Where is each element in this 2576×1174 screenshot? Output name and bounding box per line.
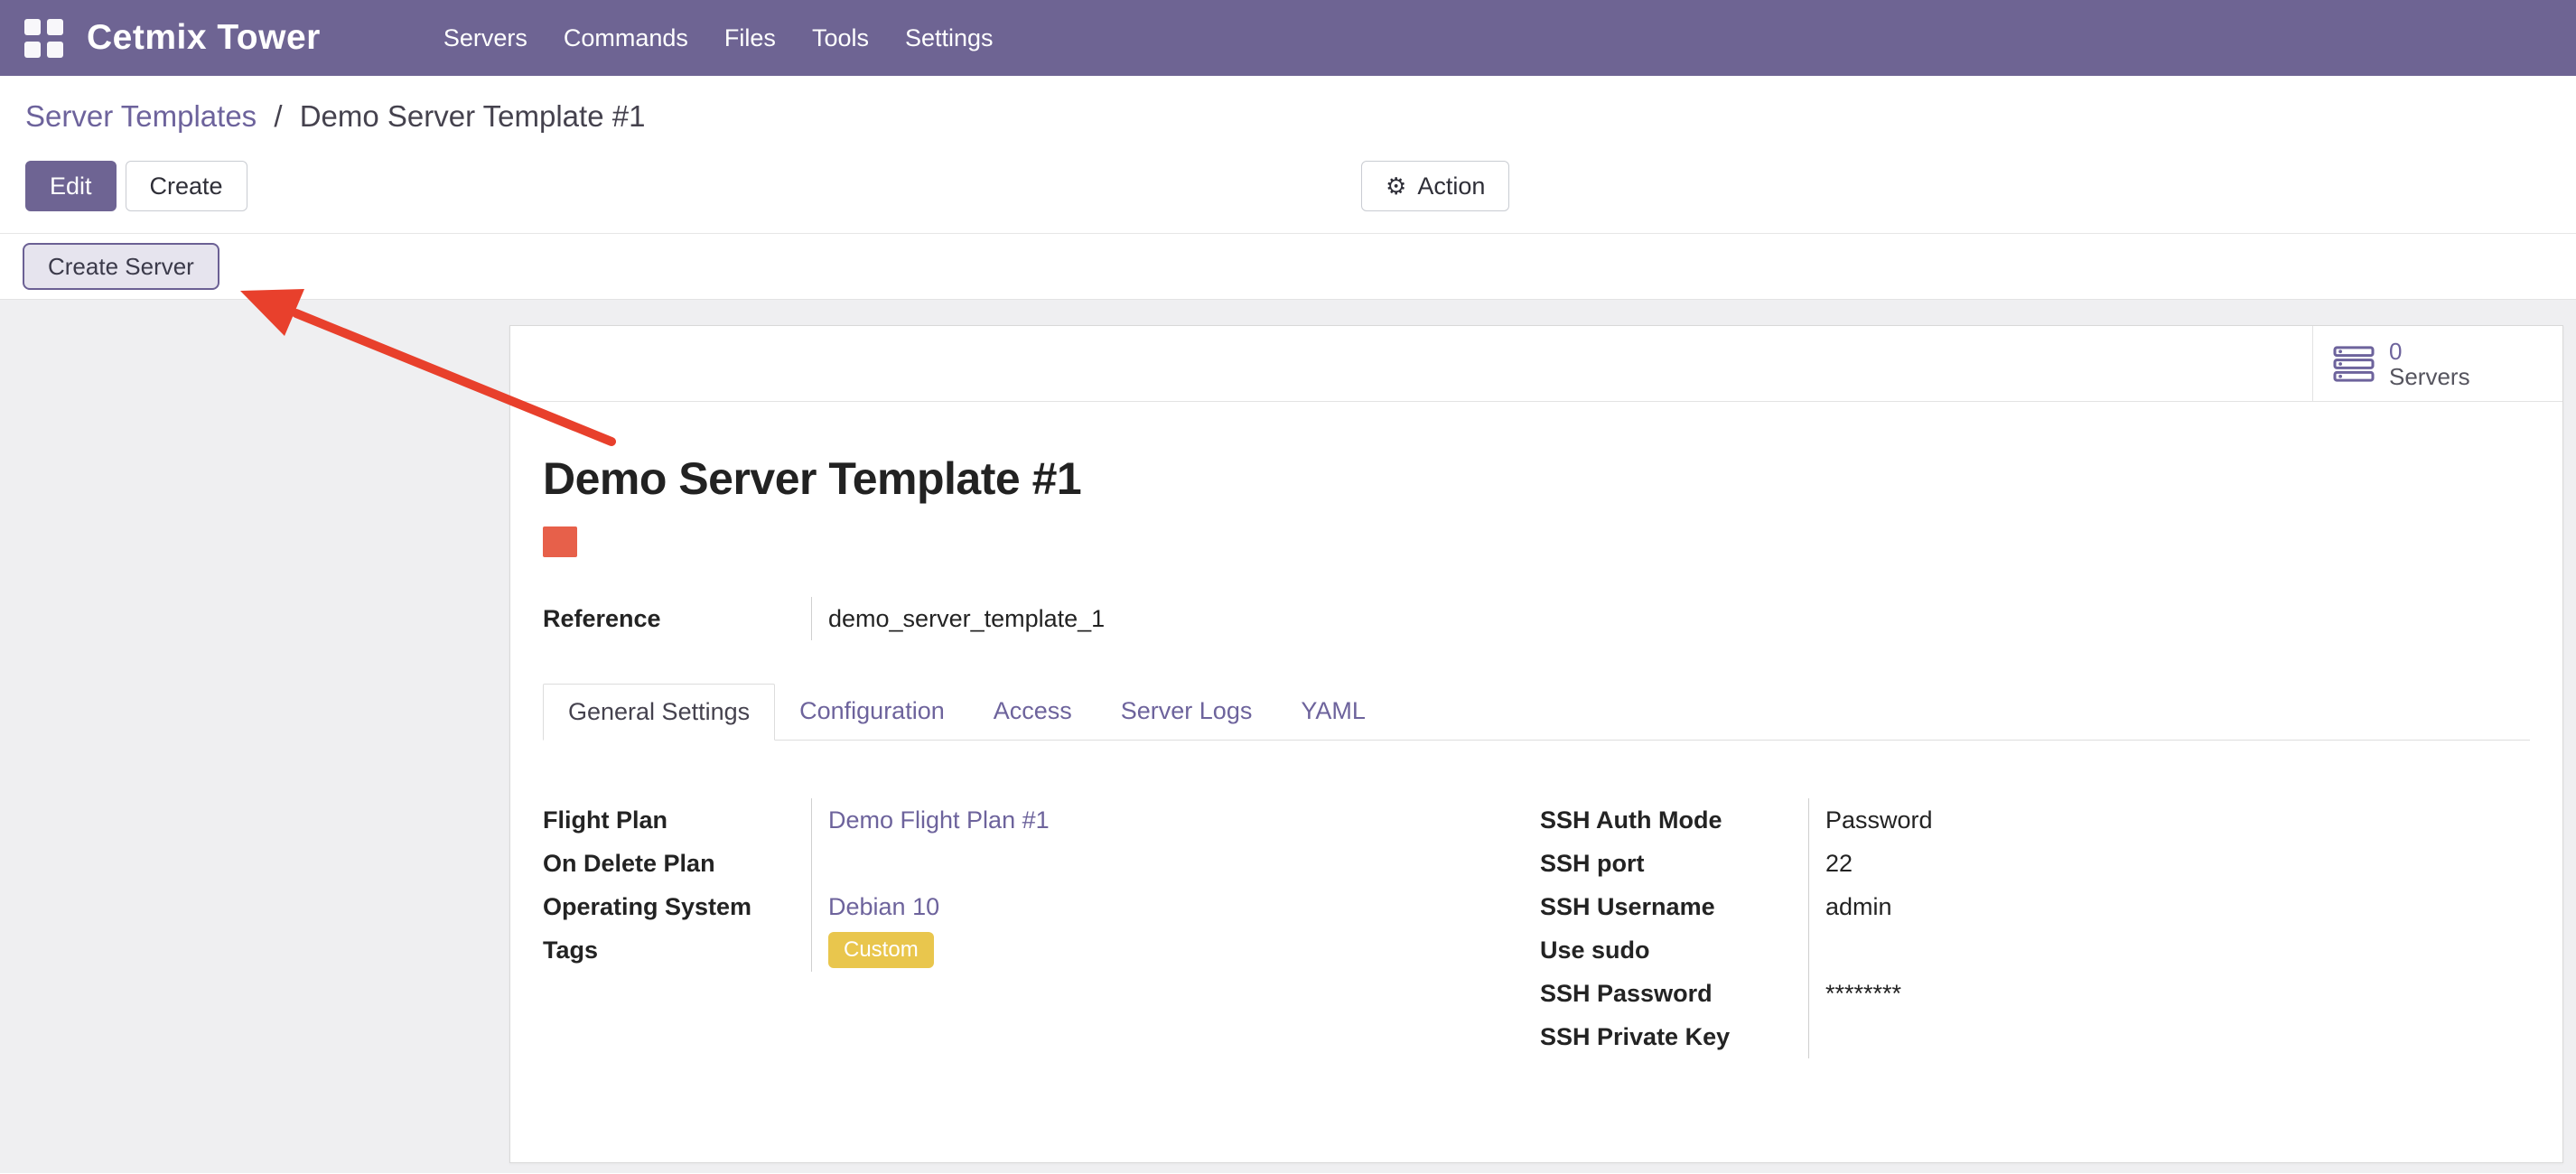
apps-grid-square [24,19,41,35]
action-button-label: Action [1417,172,1485,200]
apps-grid-icon[interactable] [23,18,63,58]
field-column-right: SSH Auth Mode Password SSH port 22 SSH U… [1540,798,2530,1058]
top-navbar: Cetmix Tower Servers Commands Files Tool… [0,0,2576,76]
field-label-use-sudo: Use sudo [1540,928,1808,972]
record-title: Demo Server Template #1 [543,452,2530,505]
field-value-ssh-username: admin [1808,885,2530,928]
field-label-ssh-private-key: SSH Private Key [1540,1015,1808,1058]
color-swatch[interactable] [543,526,577,557]
field-value-ssh-auth-mode: Password [1808,798,2530,842]
servers-stat-button[interactable]: 0 Servers [2312,326,2562,401]
field-label-ssh-password: SSH Password [1540,972,1808,1015]
tab-access[interactable]: Access [969,684,1097,740]
tab-configuration[interactable]: Configuration [775,684,969,740]
menu-item-commands[interactable]: Commands [546,24,706,52]
field-column-left: Flight Plan Demo Flight Plan #1 On Delet… [543,798,1540,1058]
field-columns: Flight Plan Demo Flight Plan #1 On Delet… [543,798,2530,1058]
action-button[interactable]: ⚙ Action [1361,161,1509,211]
notebook-tabs: General Settings Configuration Access Se… [543,684,2530,741]
field-label-operating-system: Operating System [543,885,811,928]
field-label-ssh-auth-mode: SSH Auth Mode [1540,798,1808,842]
menu-item-servers[interactable]: Servers [425,24,546,52]
apps-grid-square [24,42,41,58]
record-card: 0 Servers Demo Server Template #1 Refere… [509,325,2563,1163]
reference-value: demo_server_template_1 [811,597,2530,640]
breadcrumb: Server Templates / Demo Server Template … [25,99,2551,134]
create-button[interactable]: Create [126,161,247,211]
flight-plan-link[interactable]: Demo Flight Plan #1 [828,806,1050,834]
field-label-on-delete-plan: On Delete Plan [543,842,811,885]
reference-row: Reference demo_server_template_1 [543,597,2530,640]
field-value-ssh-port: 22 [1808,842,2530,885]
tab-general-settings[interactable]: General Settings [543,684,775,741]
field-label-flight-plan: Flight Plan [543,798,811,842]
apps-grid-square [47,42,63,58]
field-label-ssh-username: SSH Username [1540,885,1808,928]
menu-item-files[interactable]: Files [706,24,794,52]
field-value-ssh-private-key [1808,1015,2530,1058]
breadcrumb-separator: / [274,99,282,133]
field-value-on-delete-plan [811,842,1540,885]
menu-item-settings[interactable]: Settings [887,24,1012,52]
field-value-use-sudo [1808,928,2530,972]
button-row: Edit Create ⚙ Action [25,161,2551,211]
field-value-ssh-password: ******** [1808,972,2530,1015]
tab-server-logs[interactable]: Server Logs [1097,684,1277,740]
tag-custom[interactable]: Custom [828,932,934,968]
field-value-flight-plan: Demo Flight Plan #1 [811,798,1540,842]
gear-icon: ⚙ [1386,174,1406,198]
servers-count: 0 [2389,339,2470,364]
main-menu: Servers Commands Files Tools Settings [425,24,1012,52]
stat-text: 0 Servers [2389,339,2470,389]
servers-count-label: Servers [2389,364,2470,389]
tab-yaml[interactable]: YAML [1276,684,1390,740]
apps-grid-square [47,19,63,35]
record-sheet: Demo Server Template #1 Reference demo_s… [510,452,2562,1058]
content-area: 0 Servers Demo Server Template #1 Refere… [0,299,2576,1173]
breadcrumb-parent-link[interactable]: Server Templates [25,99,257,133]
breadcrumb-current: Demo Server Template #1 [300,99,646,133]
operating-system-link[interactable]: Debian 10 [828,893,939,920]
edit-button[interactable]: Edit [25,161,117,211]
control-panel: Server Templates / Demo Server Template … [0,76,2576,234]
subheader: Create Server [0,234,2576,299]
create-server-button[interactable]: Create Server [23,243,219,290]
field-value-operating-system: Debian 10 [811,885,1540,928]
server-stack-icon [2333,345,2375,383]
reference-label: Reference [543,597,811,640]
field-value-tags: Custom [811,928,1540,972]
menu-item-tools[interactable]: Tools [794,24,887,52]
brand-title[interactable]: Cetmix Tower [87,18,321,58]
field-label-tags: Tags [543,928,811,972]
stat-button-row: 0 Servers [510,326,2562,402]
field-label-ssh-port: SSH port [1540,842,1808,885]
